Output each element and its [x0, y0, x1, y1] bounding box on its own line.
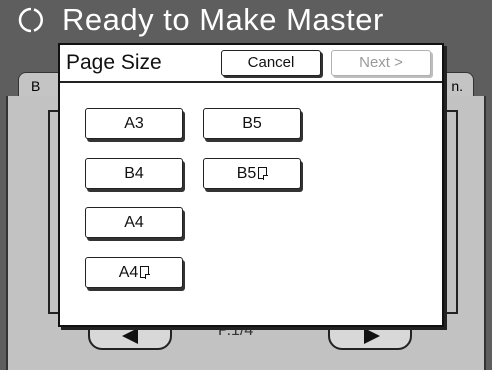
busy-circle-icon [18, 7, 43, 33]
header-divider [60, 81, 442, 83]
portrait-orientation-icon [258, 167, 268, 180]
portrait-orientation-icon [140, 266, 150, 279]
dialog-title: Page Size [66, 51, 162, 74]
left-arrow-icon [122, 328, 138, 344]
size-a4-label: A4 [124, 214, 144, 231]
size-b4-label: B4 [124, 165, 144, 182]
size-b5-label: B5 [242, 115, 262, 132]
cancel-button[interactable]: Cancel [221, 50, 321, 76]
next-button[interactable]: Next > [331, 50, 431, 76]
right-arrow-icon [364, 328, 380, 344]
size-a4-rotated-label: A4 [118, 264, 139, 281]
page-size-dialog: Page Size Cancel Next > A3 B5 B4 B5 A4 A… [58, 43, 444, 327]
size-a4-button[interactable]: A4 [85, 207, 183, 238]
size-a4-rotated-button[interactable]: A4 [85, 257, 183, 288]
size-b5-rotated-label: B5 [236, 165, 257, 182]
size-b4-button[interactable]: B4 [85, 158, 183, 189]
size-a3-button[interactable]: A3 [85, 108, 183, 139]
size-b5-button[interactable]: B5 [203, 108, 301, 139]
status-title: Ready to Make Master [62, 2, 384, 37]
dialog-header: Page Size Cancel Next > [60, 45, 442, 83]
size-a3-label: A3 [124, 115, 144, 132]
size-b5-rotated-button[interactable]: B5 [203, 158, 301, 189]
